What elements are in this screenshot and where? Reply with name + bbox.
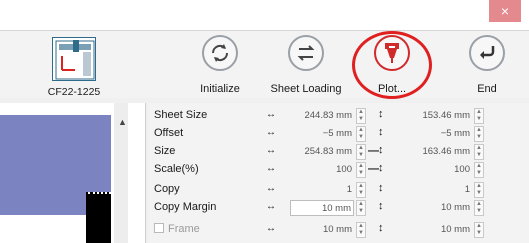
refresh-icon [202,35,238,71]
row-label: Frame [168,223,200,235]
spinner-icon[interactable]: ▲ ▼ [474,222,484,238]
row-label: Scale(%) [154,163,199,175]
spinner-icon[interactable]: ▲ ▼ [474,126,484,142]
dotted-edge [88,192,111,194]
spinner-icon[interactable]: ▲ ▼ [474,182,484,198]
close-button[interactable]: × [489,0,521,22]
width-value[interactable]: −5 mm [290,126,354,142]
width-value[interactable]: 244.83 mm [290,108,354,124]
spinner-icon[interactable]: ▲ ▼ [474,162,484,178]
row-label: Size [154,145,176,157]
horizontal-arrow-icon: ↔ [266,201,276,212]
row-label: Copy Margin [154,201,217,213]
row-label: Sheet Size [154,109,208,121]
sheet-loading-label: Sheet Loading [270,83,342,95]
row-label: Offset [154,127,184,139]
width-value[interactable]: 100 [290,162,354,178]
row-offset: Offset ↔ −5 mm ▲ ▼ ↕ −5 mm ▲ ▼ [148,125,529,143]
spinner-icon[interactable]: ▲ ▼ [356,162,366,178]
vertical-arrow-icon: ↕ [378,182,384,194]
width-value[interactable]: 10 mm [290,200,354,216]
height-value[interactable]: 153.46 mm [410,108,472,124]
title-bar: × [0,0,529,30]
vertical-arrow-icon: ↕ [378,200,384,212]
horizontal-arrow-icon: ↔ [266,109,276,120]
spinner-icon[interactable]: ▲ ▼ [356,144,366,160]
height-value[interactable]: −5 mm [410,126,472,142]
close-icon: × [500,3,510,19]
spinner-icon[interactable]: ▲ ▼ [356,200,366,216]
spinner-icon[interactable]: ▲ ▼ [356,108,366,124]
machine-label: CF22-1225 [47,86,101,98]
height-value[interactable]: 163.46 mm [410,144,472,160]
frame-checkbox[interactable]: Frame [154,223,200,235]
plot-window: × CF22-1225 Initialize Sheet Loading Plo… [0,0,529,243]
plot-origin-block [86,192,111,243]
initialize-button[interactable]: Initialize [192,35,248,95]
height-value[interactable]: 100 [410,162,472,178]
horizontal-arrow-icon: ↔ [266,163,276,174]
machine-icon[interactable] [52,37,96,81]
height-value[interactable]: 1 [410,182,472,198]
settings-panel: Sheet Size ↔ 244.83 mm ▲ ▼ ↕ 153.46 mm ▲ ▼… [148,103,529,243]
return-arrow-icon [469,35,505,71]
vertical-arrow-icon: ↕ [378,108,384,120]
vertical-arrow-icon: ↕ [378,162,384,174]
swap-arrows-icon [288,35,324,71]
width-value[interactable]: 10 mm [290,222,354,238]
preview-pane: ▲ [0,103,146,243]
scroll-up-icon[interactable]: ▲ [118,117,127,127]
spinner-icon[interactable]: ▲ ▼ [474,144,484,160]
row-label: Copy [154,183,180,195]
horizontal-arrow-icon: ↔ [266,183,276,194]
row-copy: Copy ↔ 1 ▲ ▼ ↕ 1 ▲ ▼ [148,181,529,199]
plot-highlight-circle [352,31,432,99]
vertical-arrow-icon: ↕ [378,126,384,138]
end-label: End [477,83,497,95]
checkbox-icon[interactable] [154,223,164,233]
row-frame: Frame ↔ 10 mm ▲ ▼ ↕ 10 mm ▲ ▼ [148,221,529,239]
sheet-loading-button[interactable]: Sheet Loading [268,35,344,95]
row-copy-margin: Copy Margin ↔ 10 mm ▲ ▼ ↕ 10 mm ▲ ▼ [148,199,529,217]
row-scale: Scale(%) ↔ 100 ▲ ▼ — ↕ 100 ▲ ▼ [148,161,529,179]
height-value[interactable]: 10 mm [410,222,472,238]
spinner-icon[interactable]: ▲ ▼ [474,108,484,124]
toolbar: CF22-1225 Initialize Sheet Loading Plot.… [0,30,529,98]
vertical-arrow-icon: ↕ [378,144,384,156]
width-value[interactable]: 1 [290,182,354,198]
vertical-arrow-icon: ↕ [378,222,384,234]
row-size: Size ↔ 254.83 mm ▲ ▼ — ↕ 163.46 mm ▲ ▼ [148,143,529,161]
height-value[interactable]: 10 mm [410,200,472,216]
spinner-icon[interactable]: ▲ ▼ [356,182,366,198]
initialize-label: Initialize [200,83,240,95]
end-button[interactable]: End [465,35,509,95]
horizontal-arrow-icon: ↔ [266,127,276,138]
spinner-icon[interactable]: ▲ ▼ [356,126,366,142]
horizontal-arrow-icon: ↔ [266,145,276,156]
spinner-icon[interactable]: ▲ ▼ [474,200,484,216]
row-sheet-size: Sheet Size ↔ 244.83 mm ▲ ▼ ↕ 153.46 mm ▲ ▼ [148,107,529,125]
spinner-icon[interactable]: ▲ ▼ [356,222,366,238]
width-value[interactable]: 254.83 mm [290,144,354,160]
horizontal-arrow-icon: ↔ [266,223,276,234]
